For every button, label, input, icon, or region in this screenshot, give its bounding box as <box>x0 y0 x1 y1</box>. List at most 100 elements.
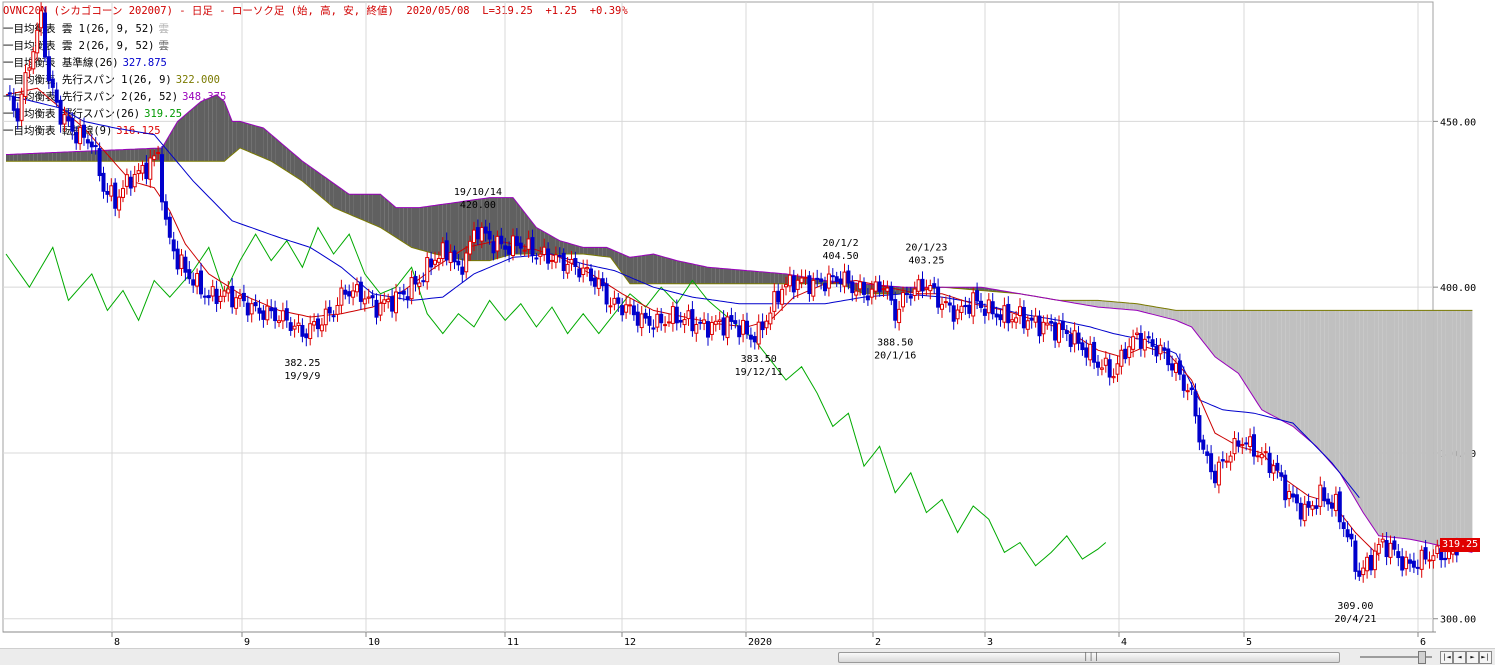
candle-down <box>301 326 304 337</box>
cloud-segment-bull <box>1235 310 1239 373</box>
cloud-segment-bear <box>334 183 338 209</box>
candle-down <box>863 282 866 294</box>
candle-up <box>695 324 698 333</box>
cloud-segment-bear <box>361 194 365 221</box>
candle-up <box>917 280 920 292</box>
price-annotation: 20/1/2 <box>823 238 859 249</box>
candle-down <box>90 142 93 147</box>
price-annotation: 404.50 <box>823 251 859 262</box>
candle-up <box>1159 345 1162 353</box>
candle-down <box>1358 571 1361 576</box>
scroll-last-button[interactable]: ►| <box>1479 651 1492 664</box>
candle-up <box>63 115 66 124</box>
candle-down <box>1338 492 1341 522</box>
cloud-segment-bear <box>591 247 595 255</box>
candle-down <box>1069 335 1072 347</box>
candle-down <box>964 305 967 306</box>
candle-up <box>1128 347 1131 358</box>
candle-down <box>558 255 561 256</box>
candle-up <box>1042 322 1045 333</box>
cloud-segment-bear <box>201 100 205 161</box>
cloud-segment-bear <box>661 256 665 284</box>
cloud-segment-bear <box>271 135 275 164</box>
cloud-segment-bull <box>1242 310 1246 385</box>
cloud-segment-bear <box>595 247 599 256</box>
scroll-prev-button[interactable]: ◄ <box>1453 651 1466 664</box>
candle-up <box>1436 546 1439 553</box>
cloud-segment-bear <box>728 269 732 284</box>
candle-down <box>1393 541 1396 549</box>
cloud-segment-bear <box>599 247 603 256</box>
cloud-segment-bear <box>240 121 244 149</box>
cloud-segment-bear <box>665 257 669 284</box>
candle-down <box>168 217 171 237</box>
y-tick-label: 300.00 <box>1440 615 1476 626</box>
cloud-segment-bear <box>739 270 743 284</box>
horizontal-scrollbar[interactable]: ||| |◄ ◄ ► ►| <box>0 648 1495 665</box>
cloud-segment-bull <box>1379 310 1383 536</box>
candle-down <box>878 282 881 291</box>
candle-down <box>289 323 292 331</box>
candle-down <box>824 283 827 290</box>
candlestick-chart[interactable]: 450.00400.00350.00300.008910111220202345… <box>0 0 1495 648</box>
cloud-segment-bear <box>427 206 431 253</box>
cloud-segment-bear <box>400 208 404 243</box>
cloud-segment-bear <box>759 272 763 284</box>
candle-down <box>1065 331 1068 334</box>
cloud-segment-bull <box>1277 310 1281 420</box>
candle-down <box>831 276 834 277</box>
candle-down <box>1346 530 1349 537</box>
candle-up <box>972 293 975 316</box>
cloud-segment-bear <box>712 268 716 284</box>
cloud-segment-bull <box>1340 310 1344 479</box>
cloud-segment-bear <box>209 97 213 162</box>
candle-down <box>188 270 191 279</box>
cloud-segment-bear <box>708 267 712 284</box>
cloud-segment-bull <box>1449 310 1453 548</box>
cloud-segment-bull <box>1301 310 1305 436</box>
candle-up <box>211 287 214 296</box>
candle-down <box>270 308 273 311</box>
cloud-segment-bull <box>1125 303 1129 310</box>
x-tick-label: 2020 <box>748 637 772 648</box>
scroll-first-button[interactable]: |◄ <box>1440 651 1453 664</box>
zoom-slider-knob[interactable] <box>1418 651 1426 664</box>
candle-down <box>991 302 994 314</box>
cloud-segment-bear <box>182 115 186 161</box>
candle-up <box>1073 331 1076 344</box>
candle-down <box>890 287 893 301</box>
cloud-segment-bear <box>735 270 739 284</box>
candle-up <box>543 247 546 254</box>
cloud-segment-bear <box>302 161 306 184</box>
candle-down <box>1007 304 1010 322</box>
candle-down <box>1081 343 1084 350</box>
candle-down <box>980 301 983 307</box>
x-tick-label: 2 <box>875 637 881 648</box>
candle-up <box>1089 344 1092 359</box>
candle-down <box>55 90 58 102</box>
cloud-segment-bull <box>1426 310 1430 543</box>
cloud-segment-bear <box>630 257 634 284</box>
candle-up <box>1217 462 1220 485</box>
candle-up <box>1366 557 1369 570</box>
scroll-next-button[interactable]: ► <box>1466 651 1479 664</box>
scrollbar-thumb[interactable]: ||| <box>838 652 1340 663</box>
candle-up <box>898 309 901 322</box>
cloud-segment-bull <box>1441 310 1445 546</box>
candle-up <box>227 289 230 293</box>
candle-down <box>203 296 206 297</box>
candle-up <box>769 313 772 324</box>
candle-down <box>106 192 109 195</box>
candle-down <box>242 293 245 300</box>
candle-up <box>913 289 916 295</box>
candle-up <box>223 291 226 296</box>
candle-down <box>1385 541 1388 557</box>
cloud-segment-bull <box>1324 310 1328 459</box>
candle-down <box>262 311 265 319</box>
cloud-segment-bull <box>1332 310 1336 468</box>
cloud-segment-bull <box>1391 310 1395 537</box>
cloud-segment-bull <box>1164 308 1168 318</box>
cloud-segment-bull <box>1406 310 1410 539</box>
candle-up <box>110 186 113 196</box>
candle-up <box>687 311 690 319</box>
